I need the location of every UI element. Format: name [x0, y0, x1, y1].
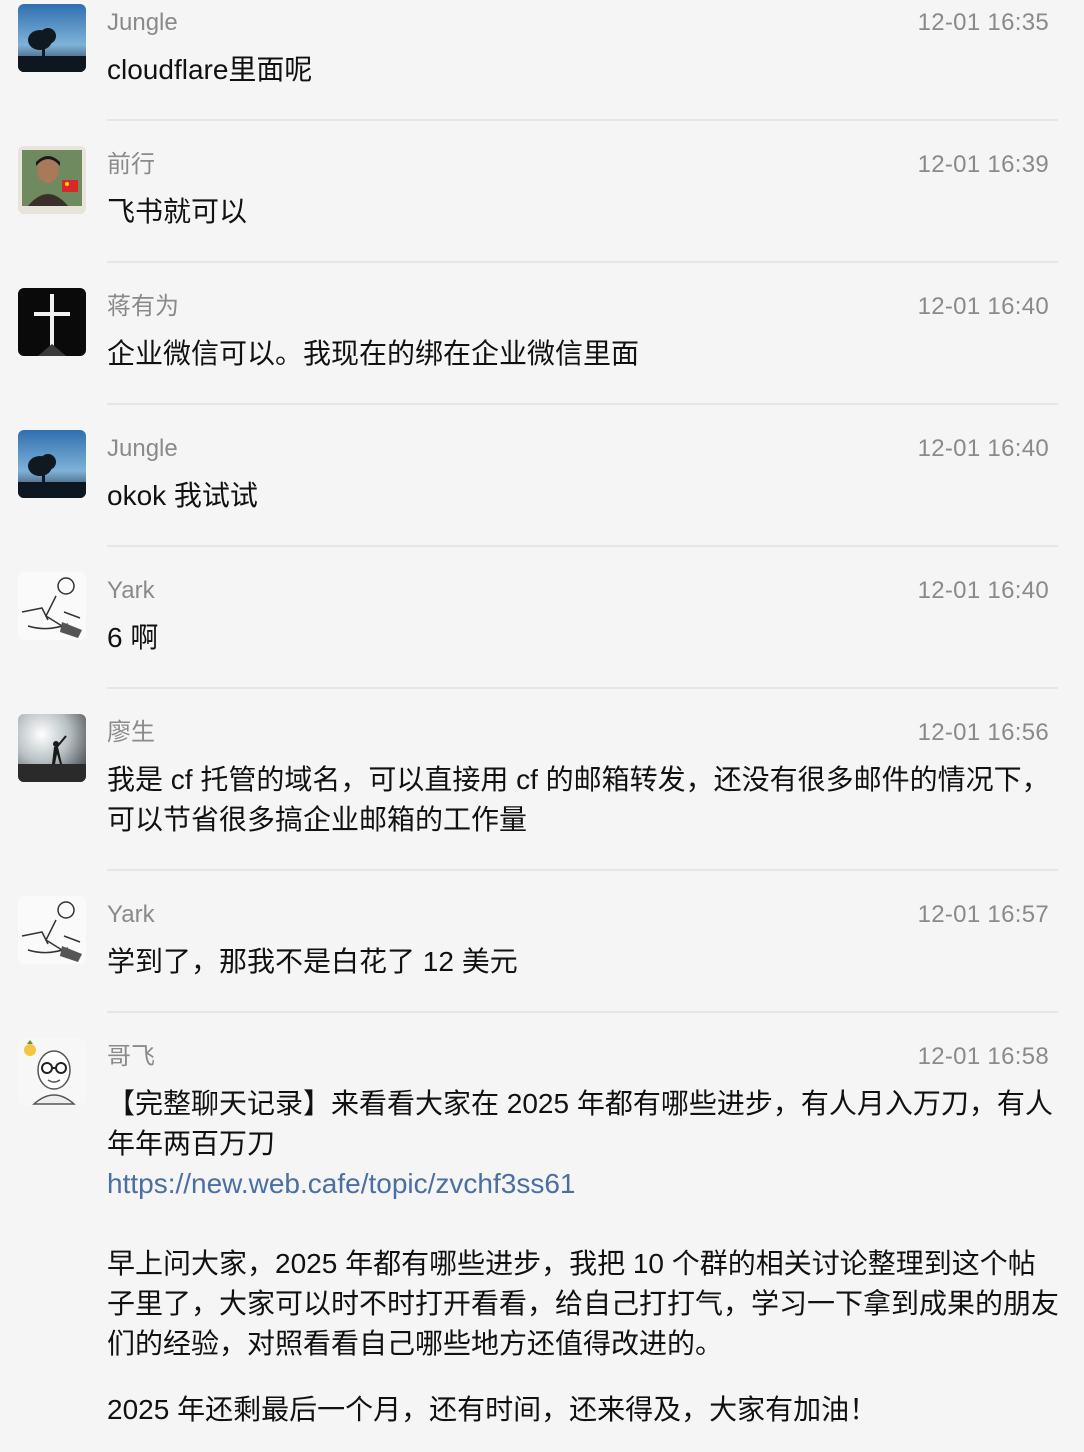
- divider: [107, 1011, 1058, 1013]
- divider: [107, 545, 1058, 547]
- cartoon-glasses-avatar-icon[interactable]: [18, 1038, 86, 1106]
- divider: [107, 687, 1058, 689]
- message-text: 学到了，那我不是白花了 12 美元: [107, 942, 1058, 982]
- sender-name: Jungle: [107, 435, 178, 462]
- message-text: cloudflare里面呢: [107, 50, 1058, 90]
- message-line: 企业微信可以。我现在的绑在企业微信里面: [107, 338, 640, 369]
- message-text: okok 我试试: [107, 476, 1058, 516]
- sender-name: 前行: [107, 151, 155, 178]
- silhouette-photo-avatar-icon[interactable]: [18, 714, 86, 782]
- message-timestamp: 12-01 16:58: [917, 1043, 1049, 1070]
- sender-name: 蒋有为: [107, 293, 179, 320]
- message-text: 企业微信可以。我现在的绑在企业微信里面: [107, 334, 1058, 374]
- divider: [107, 119, 1058, 121]
- message-line: cloudflare里面呢: [107, 54, 313, 85]
- message-timestamp: 12-01 16:56: [917, 719, 1049, 746]
- message-line: 6 啊: [107, 622, 159, 653]
- divider: [107, 869, 1058, 871]
- message-line: 【完整聊天记录】来看看大家在 2025 年都有哪些进步，有人月入万刀，有人: [107, 1088, 1053, 1119]
- sender-name: 廖生: [107, 719, 155, 746]
- sender-name: Yark: [107, 901, 155, 928]
- message-text: 6 啊: [107, 618, 1058, 658]
- divider: [107, 261, 1058, 263]
- message-text: 我是 cf 托管的域名，可以直接用 cf 的邮箱转发，还没有很多邮件的情况下， …: [107, 760, 1058, 840]
- message-timestamp: 12-01 16:40: [917, 435, 1049, 462]
- message-line: 早上问大家，2025 年都有哪些进步，我把 10 个群的相关讨论整理到这个帖: [107, 1248, 1036, 1279]
- sender-name: 哥飞: [107, 1043, 155, 1070]
- sketch-drawing-avatar-icon[interactable]: [18, 896, 86, 964]
- message-line: 2025 年还剩最后一个月，还有时间，还来得及，大家有加油！: [107, 1394, 878, 1425]
- message-timestamp: 12-01 16:40: [917, 577, 1049, 604]
- message-line: 可以节省很多搞企业邮箱的工作量: [107, 804, 528, 835]
- divider: [107, 403, 1058, 405]
- message-timestamp: 12-01 16:57: [917, 901, 1049, 928]
- person-photo-avatar-icon[interactable]: [18, 146, 86, 214]
- sketch-drawing-avatar-icon[interactable]: [18, 572, 86, 640]
- message-line: 年年两百万刀: [107, 1128, 276, 1159]
- tree-sunset-avatar-icon[interactable]: [18, 430, 86, 498]
- message-timestamp: 12-01 16:35: [917, 9, 1049, 36]
- message-text: 【完整聊天记录】来看看大家在 2025 年都有哪些进步，有人月入万刀，有人 年年…: [107, 1084, 1060, 1430]
- message-timestamp: 12-01 16:39: [917, 151, 1049, 178]
- message-timestamp: 12-01 16:40: [917, 293, 1049, 320]
- topic-link[interactable]: https://new.web.cafe/topic/zvchf3ss61: [107, 1164, 1058, 1204]
- message-line: 子里了，大家可以时不时打开看看，给自己打打气，学习一下拿到成果的朋友: [107, 1288, 1060, 1319]
- message-line: 我是 cf 托管的域名，可以直接用 cf 的邮箱转发，还没有很多邮件的情况下，: [107, 764, 1050, 795]
- sender-name: Jungle: [107, 9, 178, 36]
- message-line: 们的经验，对照看看自己哪些地方还值得改进的。: [107, 1328, 724, 1359]
- message-text: 飞书就可以: [107, 192, 1058, 232]
- light-cross-avatar-icon[interactable]: [18, 288, 86, 356]
- message-line: 学到了，那我不是白花了 12 美元: [107, 946, 518, 977]
- tree-sunset-avatar-icon[interactable]: [18, 4, 86, 72]
- chat-history: Jungle 12-01 16:35 cloudflare里面呢 前行 12-0…: [0, 0, 1084, 1452]
- sender-name: Yark: [107, 577, 155, 604]
- message-line: okok 我试试: [107, 480, 258, 511]
- message-line: 飞书就可以: [107, 196, 248, 227]
